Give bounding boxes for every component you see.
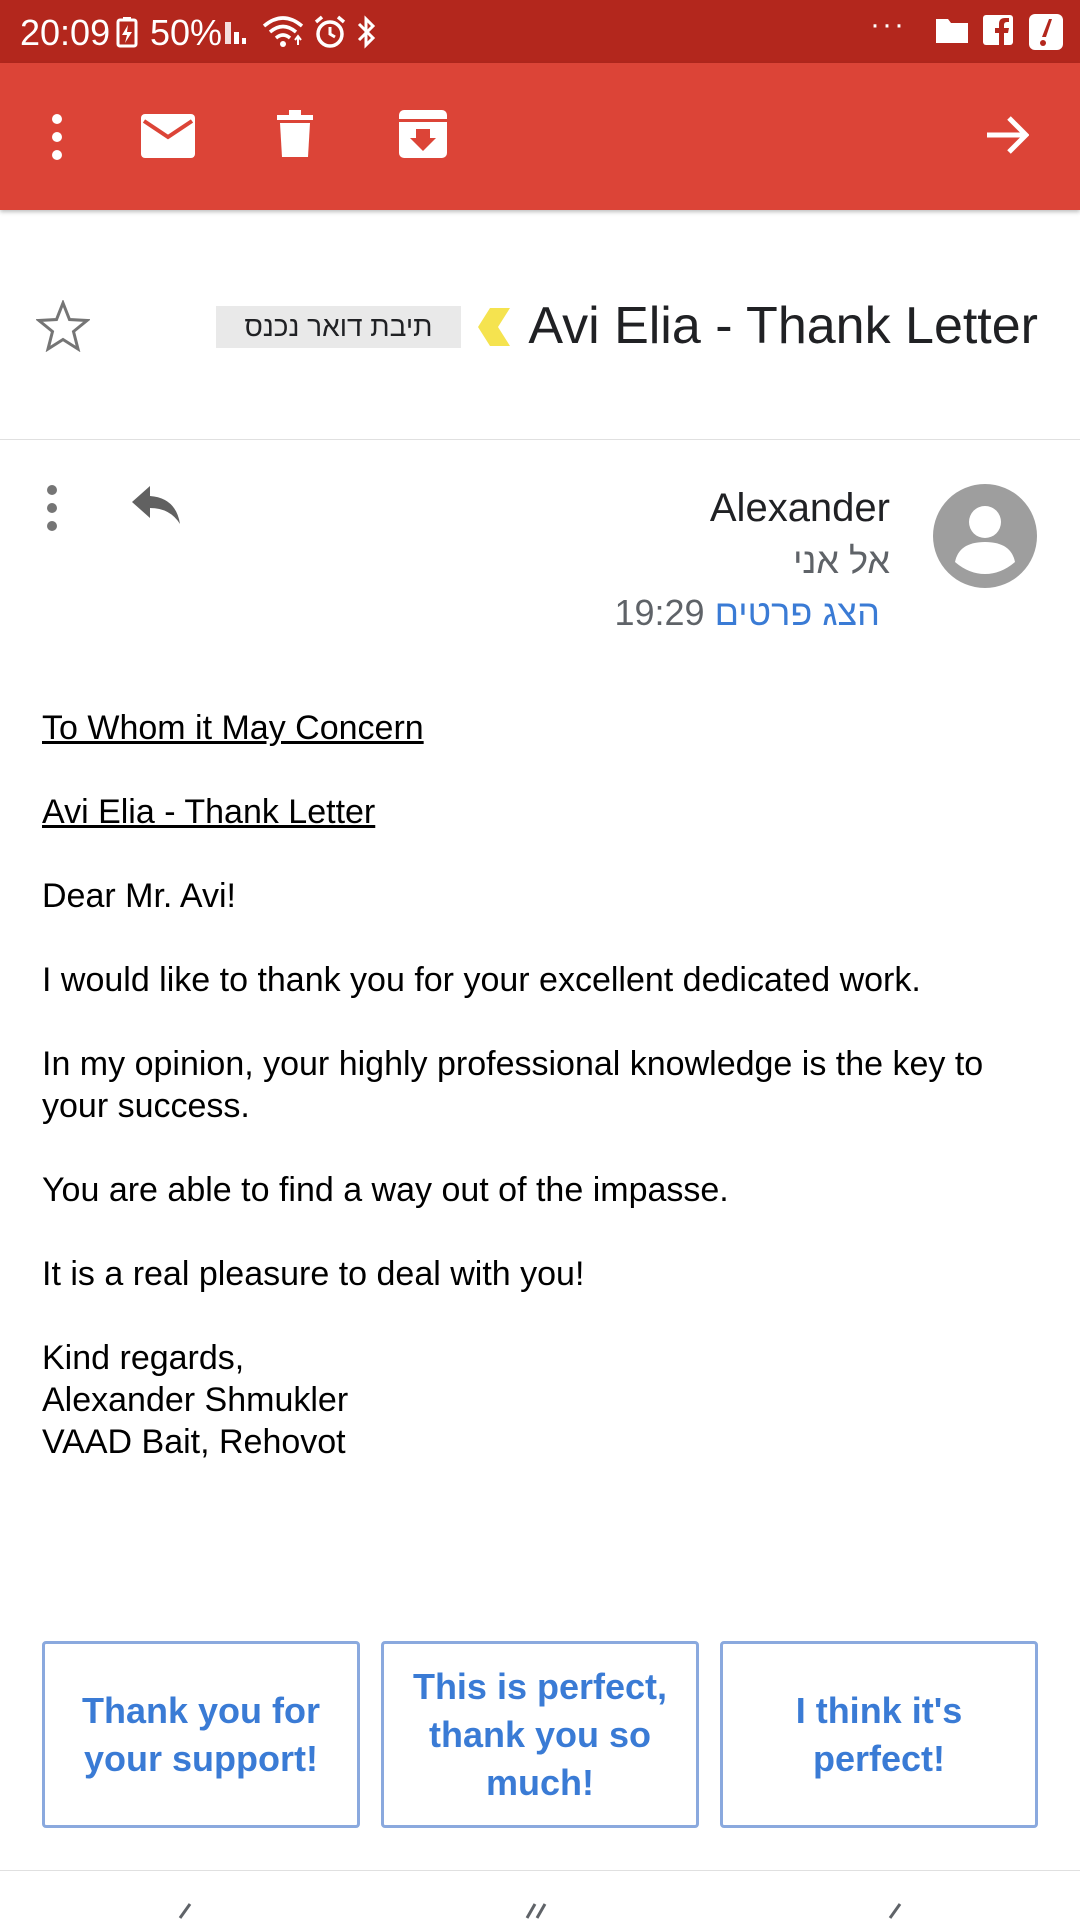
smart-reply-button[interactable]: This is perfect, thank you so much! [381,1641,699,1828]
wifi-icon [262,14,304,55]
importance-marker-icon[interactable] [476,306,512,353]
subject-row: תיבת דואר נכנס Avi Elia - Thank Letter [0,210,1080,440]
battery-charging-icon [115,16,139,53]
battery-percent: 50% [150,12,223,53]
body-greeting: Dear Mr. Avi! [42,877,236,915]
signature-name: Alexander Shmukler [42,1381,349,1419]
signature-closing: Kind regards, [42,1339,245,1377]
action-toolbar [0,63,1080,210]
reply-icon[interactable] [130,484,182,531]
reply-all-action-icon[interactable] [523,1896,553,1920]
signal-icon [223,18,257,51]
signature: Kind regards, Alexander Shmukler VAAD Ba… [42,1337,1042,1463]
alert-icon [1027,12,1065,57]
body-paragraph-2: In my opinion, your highly professional … [42,1045,984,1125]
recipient-line: אל אני [793,540,890,581]
status-bar: 20:09 50% ··· [0,0,1080,63]
body-heading-2: Avi Elia - Thank Letter [42,793,376,831]
delete-icon[interactable] [275,109,315,164]
body-paragraph-4: It is a real pleasure to deal with you! [42,1255,585,1293]
body-paragraph-1: I would like to thank you for your excel… [42,961,921,999]
sender-name[interactable]: Alexander [710,486,890,531]
inbox-label-chip[interactable]: תיבת דואר נכנס [216,306,461,348]
facebook-icon [982,14,1014,51]
show-details-link[interactable]: הצג פרטים [715,592,880,633]
smart-reply-button[interactable]: Thank you for your support! [42,1641,360,1828]
star-icon[interactable] [35,298,91,357]
alarm-icon [312,14,348,55]
more-vert-icon[interactable] [40,113,74,166]
signature-org: VAAD Bait, Rehovot [42,1423,346,1461]
bluetooth-icon [355,14,379,55]
folder-icon [935,16,969,49]
archive-icon[interactable] [398,109,448,164]
smart-reply-button[interactable]: I think it's perfect! [720,1641,1038,1828]
forward-action-icon[interactable] [886,1896,906,1920]
forward-arrow-icon[interactable] [985,113,1030,162]
body-paragraph-3: You are able to find a way out of the im… [42,1171,729,1209]
message-more-icon[interactable] [40,484,64,537]
bottom-divider [0,1870,1080,1871]
body-heading-1: To Whom it May Concern [42,709,424,747]
message-body: To Whom it May Concern Avi Elia - Thank … [42,707,1042,1463]
email-subject: Avi Elia - Thank Letter [528,297,1038,355]
time-details-line: הצג פרטים 19:29 [614,592,890,634]
message-time: 19:29 [614,592,705,633]
status-time: 20:09 [20,12,111,53]
mail-icon[interactable] [140,113,196,164]
status-overflow: ··· [870,8,906,41]
sender-avatar[interactable] [933,484,1037,593]
reply-action-icon[interactable] [178,1896,198,1920]
